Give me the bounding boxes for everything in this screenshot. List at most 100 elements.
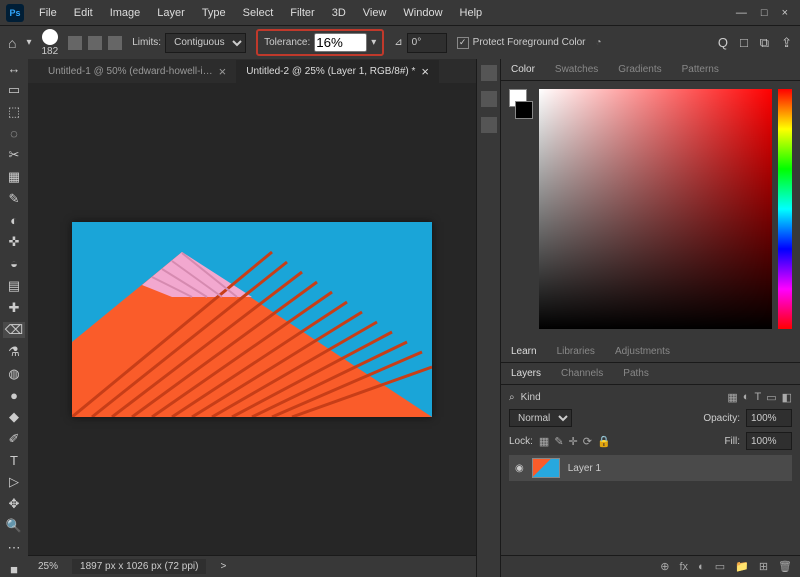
menu-file[interactable]: File (31, 4, 65, 22)
tab-patterns[interactable]: Patterns (672, 61, 729, 78)
limits-select[interactable]: Contiguous (165, 33, 246, 53)
tolerance-arrow-icon[interactable]: ▾ (371, 37, 376, 48)
protect-checkbox[interactable]: ✓ (457, 37, 469, 49)
share-icon[interactable]: ⇪ (781, 35, 792, 51)
tool-crop[interactable]: ✂ (3, 147, 25, 163)
zoom-value[interactable]: 25% (38, 561, 58, 572)
tool-zoom[interactable]: 🔍 (3, 518, 25, 534)
lock-brush-icon[interactable]: ✎ (554, 435, 563, 448)
doc-tab-2[interactable]: Untitled-2 @ 25% (Layer 1, RGB/8#) * × (236, 60, 439, 83)
brush-settings-icon[interactable] (68, 36, 82, 50)
tool-wand[interactable]: ◌ (3, 126, 25, 141)
tool-eraser[interactable]: ✚ (3, 300, 25, 316)
menu-image[interactable]: Image (102, 4, 149, 22)
layer-filter-icons[interactable]: ▦ ◐ T ▭ ◧ (727, 391, 792, 404)
hue-slider[interactable] (778, 89, 792, 329)
color-field[interactable] (539, 89, 772, 329)
fill-input[interactable] (746, 432, 792, 450)
tool-path[interactable]: T (3, 453, 25, 468)
tool-colors[interactable]: ■ (3, 562, 25, 577)
tool-hand[interactable]: ✥ (3, 496, 25, 512)
filter-adjust-icon[interactable]: ◐ (743, 391, 750, 404)
blend-mode-select[interactable]: Normal (509, 409, 572, 427)
tool-preset-arrow-icon[interactable]: ▾ (26, 37, 31, 48)
menu-3d[interactable]: 3D (324, 4, 354, 22)
fg-bg-swatches[interactable] (509, 89, 533, 333)
arrange-icon[interactable]: □ (740, 35, 748, 51)
workspace-icon[interactable]: ⧉ (760, 35, 769, 51)
brush-preview[interactable]: 182 (42, 29, 59, 57)
tool-more[interactable]: ⋯ (3, 540, 25, 556)
tab-swatches[interactable]: Swatches (545, 61, 608, 78)
tab-channels[interactable]: Channels (551, 365, 613, 382)
opacity-input[interactable] (746, 409, 792, 427)
tolerance-input[interactable] (314, 33, 367, 52)
tool-move[interactable]: ↔ (3, 61, 25, 76)
brush-pressure-icon[interactable] (88, 36, 102, 50)
layer-name[interactable]: Layer 1 (568, 463, 601, 474)
new-layer-icon[interactable]: ⊞ (759, 560, 768, 573)
menu-layer[interactable]: Layer (149, 4, 193, 22)
canvas-viewport[interactable] (28, 83, 476, 555)
menu-help[interactable]: Help (452, 4, 491, 22)
tool-background-eraser[interactable]: ⌫ (3, 322, 25, 338)
tool-frame[interactable]: ▦ (3, 169, 25, 185)
menu-view[interactable]: View (355, 4, 395, 22)
window-close[interactable]: × (782, 7, 788, 19)
tool-heal[interactable]: ◐ (3, 213, 25, 228)
tab-adjustments[interactable]: Adjustments (605, 343, 680, 360)
tab-paths[interactable]: Paths (613, 365, 659, 382)
tool-dodge[interactable]: ● (3, 388, 25, 403)
layer-thumbnail[interactable] (532, 458, 560, 478)
doc-info-caret-icon[interactable]: > (220, 561, 226, 572)
lock-position-icon[interactable]: ✛ (569, 435, 578, 448)
tool-brush[interactable]: ✜ (3, 234, 25, 250)
adjustment-icon[interactable]: ▭ (715, 560, 725, 573)
menu-edit[interactable]: Edit (66, 4, 101, 22)
brush-options-icons[interactable] (68, 36, 122, 50)
close-icon[interactable]: × (421, 64, 429, 79)
doc-info[interactable]: 1897 px x 1026 px (72 ppi) (72, 559, 206, 574)
visibility-icon[interactable]: ◉ (515, 463, 524, 474)
background-color[interactable] (515, 101, 533, 119)
filter-shape-icon[interactable]: ▭ (766, 391, 776, 404)
tool-type[interactable]: ✐ (3, 431, 25, 447)
window-maximize[interactable]: □ (761, 7, 768, 19)
mini-panel-3[interactable] (481, 117, 497, 133)
window-minimize[interactable]: — (736, 7, 747, 19)
close-icon[interactable]: × (219, 64, 227, 79)
link-layers-icon[interactable]: ⊕ (660, 560, 669, 573)
lock-artboard-icon[interactable]: ⟳ (583, 435, 592, 448)
search-icon[interactable]: Q (718, 35, 728, 51)
tool-eyedropper[interactable]: ✎ (3, 191, 25, 207)
document-canvas[interactable] (72, 222, 432, 417)
tool-marquee[interactable]: ▭ (3, 82, 25, 98)
tool-shape[interactable]: ▷ (3, 474, 25, 490)
lock-pixels-icon[interactable]: ▦ (539, 435, 549, 448)
tab-libraries[interactable]: Libraries (547, 343, 605, 360)
tab-color[interactable]: Color (501, 61, 545, 78)
filter-pixel-icon[interactable]: ▦ (727, 391, 737, 404)
tab-gradients[interactable]: Gradients (608, 61, 671, 78)
tool-history-brush[interactable]: ▤ (3, 278, 25, 294)
mask-icon[interactable]: ◐ (698, 561, 705, 573)
tool-pen[interactable]: ◆ (3, 409, 25, 425)
trash-icon[interactable]: 🗑 (778, 560, 792, 573)
menu-window[interactable]: Window (395, 4, 450, 22)
filter-smart-icon[interactable]: ◧ (782, 391, 792, 404)
tool-blur[interactable]: ◍ (3, 366, 25, 382)
tool-gradient[interactable]: ⚗ (3, 344, 25, 360)
lock-all-icon[interactable]: 🔒 (597, 435, 611, 448)
tab-layers[interactable]: Layers (501, 365, 551, 382)
angle-input[interactable] (407, 33, 447, 53)
fx-icon[interactable]: fx (679, 561, 688, 573)
layer-row[interactable]: ◉ Layer 1 (509, 455, 792, 481)
filter-type-icon[interactable]: T (754, 391, 761, 404)
tool-stamp[interactable]: ◒ (3, 256, 25, 271)
menu-type[interactable]: Type (194, 4, 234, 22)
group-icon[interactable]: 📁 (735, 560, 749, 573)
menu-select[interactable]: Select (235, 4, 282, 22)
mini-panel-1[interactable] (481, 65, 497, 81)
tool-lasso[interactable]: ⬚ (3, 104, 25, 120)
brush-airbrush-icon[interactable] (108, 36, 122, 50)
